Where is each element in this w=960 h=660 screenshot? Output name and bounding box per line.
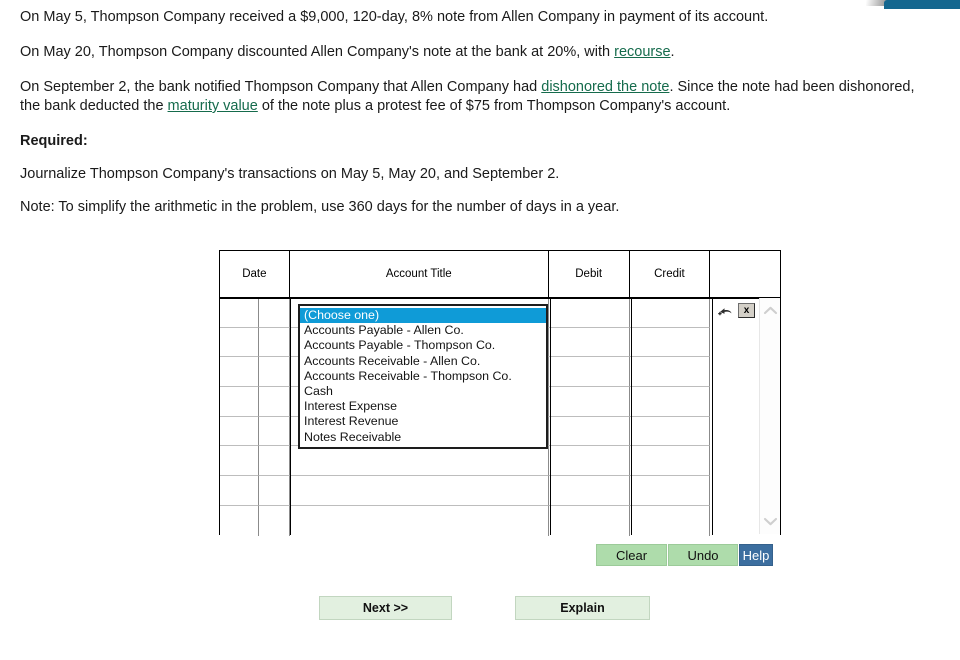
help-button[interactable]: Help (739, 544, 773, 566)
explain-button[interactable]: Explain (515, 596, 650, 620)
note-text: Note: To simplify the arithmetic in the … (20, 199, 620, 215)
cell-debit[interactable] (548, 446, 630, 477)
cell-date2[interactable] (258, 327, 290, 358)
glossary-link[interactable]: recourse (614, 44, 670, 60)
cell-date[interactable] (220, 476, 259, 506)
dropdown-option[interactable]: Interest Revenue (300, 414, 546, 429)
table-row (220, 505, 780, 536)
account-title-dropdown[interactable]: (Choose one) Accounts Payable - Allen Co.… (298, 304, 548, 449)
cell-credit[interactable] (629, 357, 711, 388)
text-run: On May 20, Thompson Company discounted A… (20, 44, 615, 60)
table-action-row: Clear Undo Help (596, 544, 773, 566)
cell-date2[interactable] (258, 357, 290, 388)
problem-statement: On May 5, Thompson Company received a $9… (20, 8, 938, 233)
grid-line-debit (631, 298, 632, 535)
problem-paragraph-2: On May 20, Thompson Company discounted A… (20, 43, 938, 62)
cell-debit[interactable] (548, 476, 630, 506)
dropdown-option[interactable]: Accounts Payable - Thompson Co. (300, 338, 546, 353)
cell-account[interactable] (289, 446, 549, 477)
required-text: Journalize Thompson Company's transactio… (20, 166, 560, 182)
table-scrollbar[interactable] (759, 298, 780, 534)
dropdown-option[interactable]: Notes Receivable (300, 430, 546, 445)
cell-credit[interactable] (629, 446, 711, 477)
cell-date[interactable] (220, 446, 259, 477)
cell-credit[interactable] (629, 416, 711, 447)
cell-date[interactable] (220, 505, 259, 536)
undo-button[interactable]: Undo (668, 544, 738, 566)
dropdown-option[interactable]: Accounts Receivable - Allen Co. (300, 354, 546, 369)
text-run: . (670, 44, 675, 60)
cell-debit[interactable] (548, 298, 630, 328)
undo-arrow-icon[interactable] (717, 303, 733, 318)
grid-line-date (290, 298, 291, 535)
table-row (220, 476, 780, 506)
table-row (220, 446, 780, 477)
cell-debit[interactable] (548, 327, 630, 358)
journal-header-row: Date Account Title Debit Credit (220, 251, 781, 298)
cell-credit[interactable] (629, 298, 711, 328)
cell-date2[interactable] (258, 505, 290, 536)
chevron-up-icon[interactable] (763, 304, 778, 317)
cell-date2[interactable] (258, 476, 290, 506)
dropdown-option[interactable]: Accounts Payable - Allen Co. (300, 323, 546, 338)
grid-line-account (550, 298, 551, 535)
delete-row-button[interactable]: x (738, 303, 755, 318)
text-run: On May 5, Thompson Company received a $9… (20, 9, 769, 25)
cell-date2[interactable] (258, 387, 290, 417)
cell-credit[interactable] (629, 476, 711, 506)
chevron-down-icon[interactable] (763, 515, 778, 528)
dropdown-option[interactable]: Accounts Receivable - Thompson Co. (300, 369, 546, 384)
page-root: On May 5, Thompson Company received a $9… (0, 0, 960, 660)
cell-date2[interactable] (258, 416, 290, 447)
cell-date[interactable] (220, 416, 259, 447)
dropdown-option[interactable]: Interest Expense (300, 399, 546, 414)
column-header-date: Date (220, 251, 290, 298)
cell-account[interactable] (289, 476, 549, 506)
column-header-account-title: Account Title (289, 251, 549, 298)
glossary-link[interactable]: dishonored the note (541, 79, 669, 95)
cell-debit[interactable] (548, 505, 630, 536)
cell-account[interactable] (289, 505, 549, 536)
dropdown-pad-bottom (300, 445, 546, 447)
glossary-link[interactable]: maturity value (168, 98, 258, 114)
dropdown-option[interactable]: (Choose one) (300, 308, 546, 324)
cell-date2[interactable] (258, 298, 290, 328)
cell-credit[interactable] (629, 387, 711, 417)
clear-button[interactable]: Clear (596, 544, 667, 566)
next-button[interactable]: Next >> (319, 596, 452, 620)
cell-date[interactable] (220, 387, 259, 417)
text-run: of the note plus a protest fee of $75 fr… (257, 98, 731, 114)
cell-debit[interactable] (548, 357, 630, 388)
cell-date2[interactable] (258, 446, 290, 477)
dropdown-option[interactable]: Cash (300, 384, 546, 399)
cell-date[interactable] (220, 327, 259, 358)
cell-debit[interactable] (548, 387, 630, 417)
grid-line-credit (712, 298, 713, 535)
required-heading: Required: (20, 133, 88, 149)
cell-debit[interactable] (548, 416, 630, 447)
problem-paragraph-1: On May 5, Thompson Company received a $9… (20, 8, 938, 27)
column-header-tools (710, 251, 781, 298)
header-rule (220, 298, 780, 299)
column-header-debit: Debit (548, 251, 630, 298)
row-tools: x (717, 303, 755, 318)
cell-credit[interactable] (629, 327, 711, 358)
cell-date[interactable] (220, 357, 259, 388)
cell-credit[interactable] (629, 505, 711, 536)
dropdown-option-list: (Choose one) Accounts Payable - Allen Co.… (300, 308, 546, 445)
problem-paragraph-3: On September 2, the bank notified Thomps… (20, 78, 938, 116)
cell-date[interactable] (220, 298, 259, 328)
text-run: On September 2, the bank notified Thomps… (20, 79, 542, 95)
column-header-credit: Credit (629, 251, 711, 298)
